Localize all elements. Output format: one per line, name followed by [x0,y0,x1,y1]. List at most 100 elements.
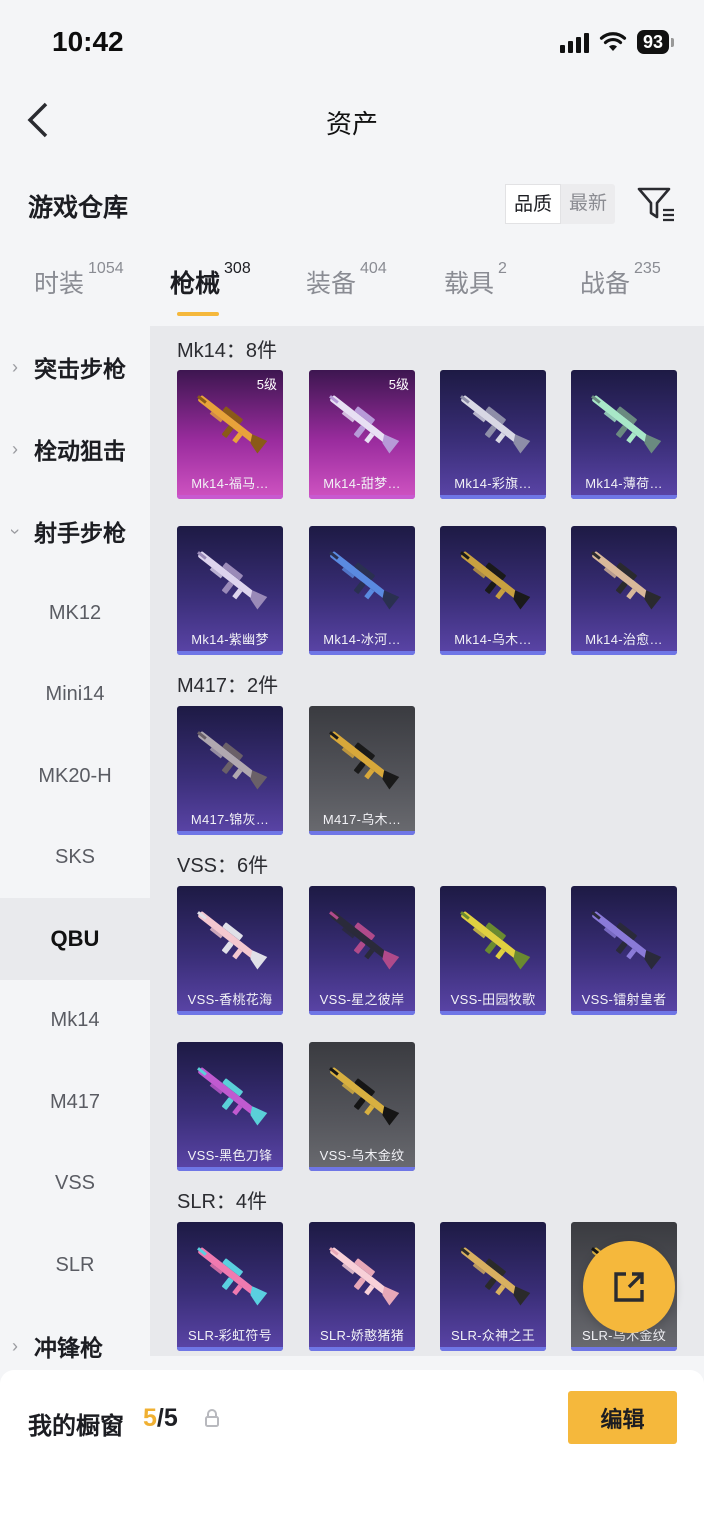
weapon-image-icon [460,395,531,454]
tab-count: 235 [634,260,661,277]
weapon-image-icon [329,395,400,454]
weapon-image-icon [460,1247,531,1306]
weapon-grid: Mk14：8件 M417：2件 VSS：6件 SLR：4件 5级 Mk14-福马…… [150,326,704,1356]
section-label-vss: VSS：6件 [177,855,269,877]
weapon-card[interactable]: 5级 Mk14-福马… [177,370,283,499]
sidebar-item-slr[interactable]: SLR [0,1224,150,1306]
weapon-image-icon [329,731,400,790]
weapon-card[interactable]: Mk14-治愈… [571,526,677,655]
filter-icon[interactable] [636,186,676,222]
status-bar: 10:42 93 [0,0,704,84]
weapon-type-sidebar: › 突击步枪 › 栓动狙击 › 射手步枪 MK12 Mini14 MK20-H SKS… [0,326,150,1371]
tab-label: 战备 [580,270,631,298]
sidebar-group-label: 栓动狙击 [34,438,126,464]
tab-count: 2 [498,260,507,277]
share-button[interactable] [583,1241,675,1333]
tab-equipment[interactable]: 装备404 [306,260,387,300]
edit-button[interactable]: 编辑 [568,1391,677,1444]
weapon-name: Mk14-薄荷… [585,476,663,491]
sidebar-item-sks[interactable]: SKS [0,816,150,898]
weapon-name: M417-锦灰… [190,812,270,827]
weapon-card[interactable]: Mk14-冰河… [309,526,415,655]
page-title: 资产 [325,109,378,139]
tab-count: 404 [360,260,387,277]
weapon-card[interactable]: VSS-镭射皇者 [571,886,677,1015]
warehouse-title: 游戏仓库 [28,194,129,222]
sort-toggle: 品质 最新 [505,184,616,224]
chevron-right-icon: › [12,1335,18,1356]
sort-newest-button[interactable]: 最新 [561,184,615,224]
sidebar-item-m417[interactable]: M417 [0,1061,150,1143]
weapon-card[interactable]: VSS-黑色刀锋 [177,1042,283,1171]
sidebar-group-bolt-sniper[interactable]: › 栓动狙击 [0,408,150,490]
sidebar-item-mk20h[interactable]: MK20-H [0,735,150,817]
weapon-image-icon [329,1067,400,1126]
sidebar-group-marksman-rifle[interactable]: › 射手步枪 [0,490,150,572]
weapon-name: VSS-香桃花海 [187,992,273,1007]
weapon-card[interactable]: M417-锦灰… [177,706,283,835]
weapon-name: Mk14-治愈… [585,632,663,647]
weapon-image-icon [197,551,268,610]
weapon-image-icon [591,911,662,970]
weapon-card[interactable]: M417-乌木… [309,706,415,835]
tab-fashion[interactable]: 时装1054 [34,260,124,300]
weapon-name: Mk14-福马… [191,476,269,491]
tab-label: 枪械 [170,270,221,298]
level-badge: 5级 [388,377,409,392]
wifi-icon [599,32,627,51]
share-external-icon [614,1272,644,1302]
sort-quality-button[interactable]: 品质 [505,184,562,224]
sidebar-group-assault-rifle[interactable]: › 突击步枪 [0,326,150,408]
weapon-name: Mk14-彩旗… [454,476,532,491]
weapon-card[interactable]: Mk14-薄荷… [571,370,677,499]
weapon-card[interactable]: SLR-众神之王 [440,1222,546,1351]
weapon-image-icon [329,911,400,970]
tab-supplies[interactable]: 战备235 [580,260,661,300]
sidebar-item-vss[interactable]: VSS [0,1142,150,1224]
weapon-card[interactable]: Mk14-乌木… [440,526,546,655]
weapon-name: SLR-娇憨猪猪 [319,1328,405,1343]
showcase-bar: 我的橱窗 5/5 编辑 [0,1370,704,1523]
weapon-name: VSS-星之彼岸 [319,992,405,1007]
weapon-card[interactable]: VSS-星之彼岸 [309,886,415,1015]
status-icons: 93 [559,30,674,54]
weapon-card[interactable]: VSS-乌木金纹 [309,1042,415,1171]
weapon-image-icon [329,551,400,610]
sidebar-item-mini14[interactable]: Mini14 [0,653,150,735]
weapon-name: Mk14-冰河… [323,632,401,647]
weapon-name: VSS-乌木金纹 [319,1148,405,1163]
tab-label: 时装 [34,270,85,298]
section-label-mk14: Mk14：8件 [177,340,278,362]
weapon-card[interactable]: Mk14-紫幽梦 [177,526,283,655]
battery-tip [671,37,674,47]
nav-bar: 资产 [0,84,704,156]
status-time: 10:42 [52,26,124,57]
weapon-image-icon [460,911,531,970]
sidebar-group-label: 冲锋枪 [34,1335,103,1361]
tab-vehicles[interactable]: 载具2 [444,260,507,300]
sidebar-item-mk12[interactable]: MK12 [0,572,150,654]
sidebar-item-mk14[interactable]: Mk14 [0,979,150,1061]
weapon-card[interactable]: VSS-田园牧歌 [440,886,546,1015]
weapon-card[interactable]: VSS-香桃花海 [177,886,283,1015]
weapon-card[interactable]: 5级 Mk14-甜梦… [309,370,415,499]
tab-count: 308 [224,260,251,277]
weapon-image-icon [197,395,268,454]
weapon-image-icon [197,731,268,790]
weapon-name: Mk14-紫幽梦 [191,632,269,647]
cellular-signal-icon [559,31,589,53]
weapon-image-icon [197,911,268,970]
weapon-card[interactable]: Mk14-彩旗… [440,370,546,499]
section-label-slr: SLR：4件 [177,1191,268,1213]
section-label-m417: M417：2件 [177,675,279,697]
weapon-image-icon [329,1247,400,1306]
sidebar-group-label: 突击步枪 [34,356,126,382]
weapon-name: VSS-黑色刀锋 [187,1148,273,1163]
weapon-image-icon [591,395,662,454]
sidebar-item-qbu[interactable]: QBU [0,898,150,980]
tab-firearms[interactable]: 枪械308 [170,260,251,300]
weapon-name: SLR-众神之王 [450,1328,536,1343]
weapon-card[interactable]: SLR-娇憨猪猪 [309,1222,415,1351]
showcase-current: 5 [143,1404,157,1432]
weapon-card[interactable]: SLR-彩虹符号 [177,1222,283,1351]
